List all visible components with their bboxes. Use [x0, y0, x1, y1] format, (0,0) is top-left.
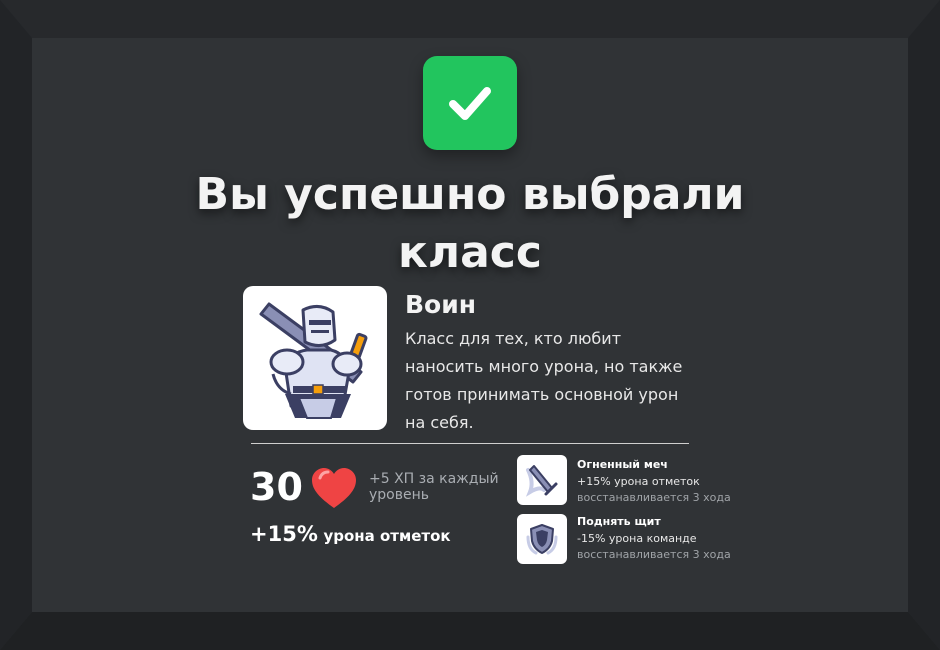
skill-effect: -15% урона команде: [577, 532, 697, 545]
damage-bonus-label: урона отметок: [323, 527, 451, 545]
class-avatar: [243, 286, 387, 430]
skill-cooldown: восстанавливается 3 хода: [577, 491, 731, 504]
damage-bonus-value: +15%: [250, 522, 318, 546]
frame-bottom: [0, 612, 940, 650]
hp-per-level: +5 ХП за каждый уровень: [369, 471, 499, 503]
frame-top: [0, 0, 940, 38]
skill-name: Поднять щит: [577, 515, 661, 528]
skill-fire-sword[interactable]: [517, 455, 567, 505]
shield-icon: [526, 524, 558, 555]
skill-raise-shield-info: Поднять щит -15% урона команде восстанав…: [577, 515, 731, 563]
hp-value: 30: [250, 465, 303, 509]
success-check-icon: [423, 56, 517, 150]
divider: [251, 443, 689, 444]
skill-cooldown: восстанавливается 3 хода: [577, 548, 731, 561]
skill-raise-shield[interactable]: [517, 514, 567, 564]
frame-right: [908, 0, 940, 650]
sword-icon: [525, 465, 558, 497]
class-name: Воин: [405, 290, 477, 319]
frame-left: [0, 0, 32, 650]
skill-fire-sword-info: Огненный меч +15% урона отметок восстана…: [577, 458, 731, 506]
knight-icon: [259, 302, 368, 419]
class-description: Класс для тех, кто любит наносить много …: [405, 329, 683, 432]
page-title: Вы успешно выбрали класс: [195, 169, 745, 278]
heart-icon: [312, 468, 356, 508]
skill-effect: +15% урона отметок: [577, 475, 700, 488]
skill-name: Огненный меч: [577, 458, 668, 471]
damage-bonus: +15% урона отметок: [250, 522, 451, 546]
